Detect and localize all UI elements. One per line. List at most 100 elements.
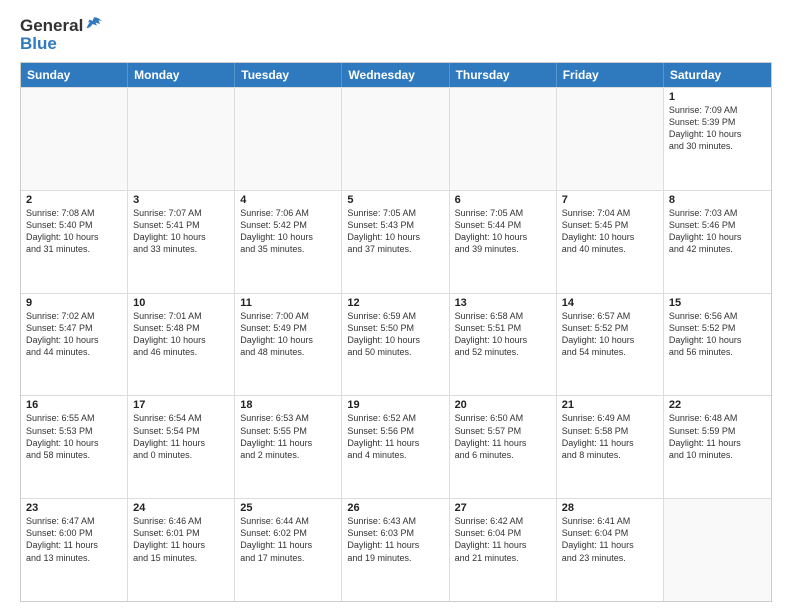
day-info: Sunrise: 7:03 AM Sunset: 5:46 PM Dayligh… <box>669 207 766 256</box>
cal-row-4: 23Sunrise: 6:47 AM Sunset: 6:00 PM Dayli… <box>21 498 771 601</box>
day-number: 7 <box>562 194 658 206</box>
table-row: 12Sunrise: 6:59 AM Sunset: 5:50 PM Dayli… <box>342 294 449 396</box>
day-number: 12 <box>347 297 443 309</box>
day-info: Sunrise: 6:53 AM Sunset: 5:55 PM Dayligh… <box>240 412 336 461</box>
day-info: Sunrise: 7:00 AM Sunset: 5:49 PM Dayligh… <box>240 310 336 359</box>
day-info: Sunrise: 6:59 AM Sunset: 5:50 PM Dayligh… <box>347 310 443 359</box>
day-number: 23 <box>26 502 122 514</box>
table-row: 17Sunrise: 6:54 AM Sunset: 5:54 PM Dayli… <box>128 396 235 498</box>
table-row: 26Sunrise: 6:43 AM Sunset: 6:03 PM Dayli… <box>342 499 449 601</box>
day-number: 20 <box>455 399 551 411</box>
page: General Blue SundayMondayTuesdayWednesda… <box>0 0 792 612</box>
day-number: 9 <box>26 297 122 309</box>
day-number: 10 <box>133 297 229 309</box>
table-row: 25Sunrise: 6:44 AM Sunset: 6:02 PM Dayli… <box>235 499 342 601</box>
table-row: 11Sunrise: 7:00 AM Sunset: 5:49 PM Dayli… <box>235 294 342 396</box>
day-number: 13 <box>455 297 551 309</box>
table-row <box>557 88 664 190</box>
day-info: Sunrise: 6:50 AM Sunset: 5:57 PM Dayligh… <box>455 412 551 461</box>
day-number: 15 <box>669 297 766 309</box>
cal-header-friday: Friday <box>557 63 664 87</box>
day-number: 28 <box>562 502 658 514</box>
day-info: Sunrise: 6:43 AM Sunset: 6:03 PM Dayligh… <box>347 515 443 564</box>
day-number: 19 <box>347 399 443 411</box>
table-row: 4Sunrise: 7:06 AM Sunset: 5:42 PM Daylig… <box>235 191 342 293</box>
table-row: 28Sunrise: 6:41 AM Sunset: 6:04 PM Dayli… <box>557 499 664 601</box>
table-row <box>21 88 128 190</box>
calendar-header-row: SundayMondayTuesdayWednesdayThursdayFrid… <box>21 63 771 87</box>
day-number: 24 <box>133 502 229 514</box>
table-row: 2Sunrise: 7:08 AM Sunset: 5:40 PM Daylig… <box>21 191 128 293</box>
table-row <box>128 88 235 190</box>
table-row: 8Sunrise: 7:03 AM Sunset: 5:46 PM Daylig… <box>664 191 771 293</box>
table-row: 3Sunrise: 7:07 AM Sunset: 5:41 PM Daylig… <box>128 191 235 293</box>
cal-row-3: 16Sunrise: 6:55 AM Sunset: 5:53 PM Dayli… <box>21 395 771 498</box>
table-row <box>664 499 771 601</box>
cal-header-monday: Monday <box>128 63 235 87</box>
day-number: 17 <box>133 399 229 411</box>
cal-header-tuesday: Tuesday <box>235 63 342 87</box>
table-row: 5Sunrise: 7:05 AM Sunset: 5:43 PM Daylig… <box>342 191 449 293</box>
table-row: 18Sunrise: 6:53 AM Sunset: 5:55 PM Dayli… <box>235 396 342 498</box>
table-row: 7Sunrise: 7:04 AM Sunset: 5:45 PM Daylig… <box>557 191 664 293</box>
logo-bird-icon <box>85 15 103 33</box>
day-info: Sunrise: 6:58 AM Sunset: 5:51 PM Dayligh… <box>455 310 551 359</box>
table-row <box>450 88 557 190</box>
day-info: Sunrise: 6:44 AM Sunset: 6:02 PM Dayligh… <box>240 515 336 564</box>
table-row: 13Sunrise: 6:58 AM Sunset: 5:51 PM Dayli… <box>450 294 557 396</box>
day-info: Sunrise: 6:48 AM Sunset: 5:59 PM Dayligh… <box>669 412 766 461</box>
day-number: 11 <box>240 297 336 309</box>
table-row <box>235 88 342 190</box>
day-info: Sunrise: 6:55 AM Sunset: 5:53 PM Dayligh… <box>26 412 122 461</box>
day-info: Sunrise: 7:02 AM Sunset: 5:47 PM Dayligh… <box>26 310 122 359</box>
cal-row-0: 1Sunrise: 7:09 AM Sunset: 5:39 PM Daylig… <box>21 87 771 190</box>
table-row: 16Sunrise: 6:55 AM Sunset: 5:53 PM Dayli… <box>21 396 128 498</box>
table-row: 27Sunrise: 6:42 AM Sunset: 6:04 PM Dayli… <box>450 499 557 601</box>
calendar: SundayMondayTuesdayWednesdayThursdayFrid… <box>20 62 772 602</box>
day-info: Sunrise: 7:07 AM Sunset: 5:41 PM Dayligh… <box>133 207 229 256</box>
day-info: Sunrise: 6:52 AM Sunset: 5:56 PM Dayligh… <box>347 412 443 461</box>
day-number: 16 <box>26 399 122 411</box>
day-number: 4 <box>240 194 336 206</box>
cal-header-sunday: Sunday <box>21 63 128 87</box>
day-info: Sunrise: 7:05 AM Sunset: 5:43 PM Dayligh… <box>347 207 443 256</box>
table-row: 21Sunrise: 6:49 AM Sunset: 5:58 PM Dayli… <box>557 396 664 498</box>
day-info: Sunrise: 7:05 AM Sunset: 5:44 PM Dayligh… <box>455 207 551 256</box>
day-info: Sunrise: 7:09 AM Sunset: 5:39 PM Dayligh… <box>669 104 766 153</box>
day-number: 3 <box>133 194 229 206</box>
logo-general-text: General <box>20 16 83 36</box>
day-info: Sunrise: 6:54 AM Sunset: 5:54 PM Dayligh… <box>133 412 229 461</box>
day-info: Sunrise: 6:47 AM Sunset: 6:00 PM Dayligh… <box>26 515 122 564</box>
day-info: Sunrise: 6:57 AM Sunset: 5:52 PM Dayligh… <box>562 310 658 359</box>
cal-row-1: 2Sunrise: 7:08 AM Sunset: 5:40 PM Daylig… <box>21 190 771 293</box>
cal-header-wednesday: Wednesday <box>342 63 449 87</box>
day-number: 18 <box>240 399 336 411</box>
day-info: Sunrise: 6:49 AM Sunset: 5:58 PM Dayligh… <box>562 412 658 461</box>
day-info: Sunrise: 6:41 AM Sunset: 6:04 PM Dayligh… <box>562 515 658 564</box>
day-info: Sunrise: 7:06 AM Sunset: 5:42 PM Dayligh… <box>240 207 336 256</box>
table-row: 14Sunrise: 6:57 AM Sunset: 5:52 PM Dayli… <box>557 294 664 396</box>
cal-header-saturday: Saturday <box>664 63 771 87</box>
day-number: 14 <box>562 297 658 309</box>
logo-blue-text: Blue <box>20 34 57 54</box>
day-number: 2 <box>26 194 122 206</box>
day-info: Sunrise: 6:46 AM Sunset: 6:01 PM Dayligh… <box>133 515 229 564</box>
table-row: 10Sunrise: 7:01 AM Sunset: 5:48 PM Dayli… <box>128 294 235 396</box>
table-row: 20Sunrise: 6:50 AM Sunset: 5:57 PM Dayli… <box>450 396 557 498</box>
day-number: 21 <box>562 399 658 411</box>
cal-header-thursday: Thursday <box>450 63 557 87</box>
table-row: 9Sunrise: 7:02 AM Sunset: 5:47 PM Daylig… <box>21 294 128 396</box>
day-number: 26 <box>347 502 443 514</box>
header: General Blue <box>20 16 772 54</box>
day-number: 25 <box>240 502 336 514</box>
cal-row-2: 9Sunrise: 7:02 AM Sunset: 5:47 PM Daylig… <box>21 293 771 396</box>
table-row: 15Sunrise: 6:56 AM Sunset: 5:52 PM Dayli… <box>664 294 771 396</box>
day-number: 27 <box>455 502 551 514</box>
table-row: 24Sunrise: 6:46 AM Sunset: 6:01 PM Dayli… <box>128 499 235 601</box>
day-number: 6 <box>455 194 551 206</box>
day-info: Sunrise: 7:04 AM Sunset: 5:45 PM Dayligh… <box>562 207 658 256</box>
day-number: 5 <box>347 194 443 206</box>
day-number: 22 <box>669 399 766 411</box>
table-row: 23Sunrise: 6:47 AM Sunset: 6:00 PM Dayli… <box>21 499 128 601</box>
day-number: 1 <box>669 91 766 103</box>
